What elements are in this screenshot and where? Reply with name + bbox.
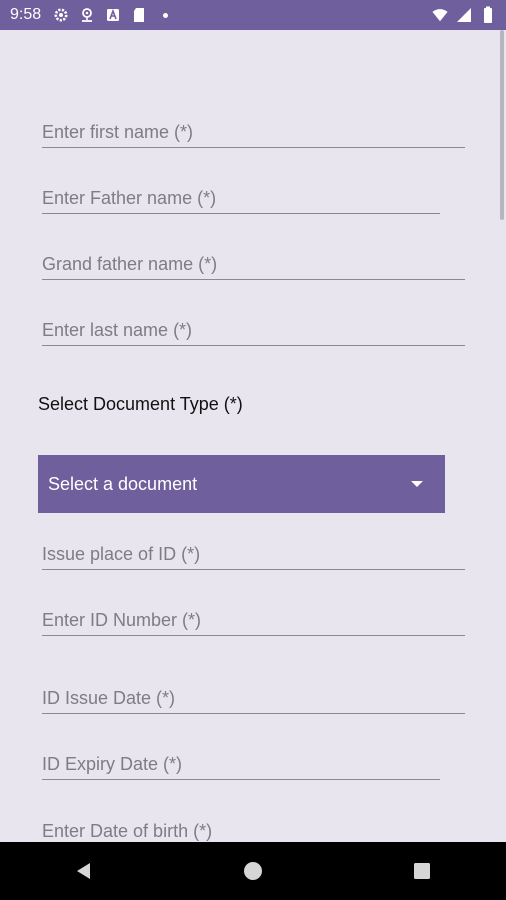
recents-icon [413,863,430,879]
expiry-date-field[interactable] [42,746,440,780]
issue-date-field[interactable] [42,680,465,714]
status-time: 9:58 [10,6,42,23]
dropdown-arrow-icon [411,481,423,487]
home-button[interactable] [223,846,283,896]
status-icons-right [432,6,496,23]
grandfather-name-field[interactable] [42,246,465,280]
date-of-birth-input[interactable] [42,821,465,842]
recents-button[interactable] [392,846,452,896]
status-bar: 9:58 [0,0,506,30]
last-name-field[interactable] [42,312,465,346]
expiry-date-input[interactable] [42,754,440,775]
id-number-input[interactable] [42,610,465,631]
grandfather-name-input[interactable] [42,254,465,275]
navigation-bar [0,842,506,900]
last-name-input[interactable] [42,320,465,341]
gear-icon [53,7,69,23]
location-icon [79,7,95,23]
date-of-birth-field[interactable] [42,812,465,846]
first-name-field[interactable] [42,114,465,148]
wifi-icon [432,7,448,23]
back-button[interactable] [54,846,114,896]
id-number-field[interactable] [42,602,465,636]
issue-date-input[interactable] [42,688,465,709]
scrollbar-thumb[interactable] [500,30,504,220]
issue-place-field[interactable] [42,536,465,570]
sd-card-icon [131,7,147,23]
battery-icon [480,6,496,23]
father-name-input[interactable] [42,188,440,209]
back-icon [77,863,91,879]
signal-icon [456,7,472,23]
document-type-selected: Select a document [48,473,198,494]
issue-place-input[interactable] [42,544,465,565]
document-type-label: Select Document Type (*) [38,394,243,414]
father-name-field[interactable] [42,180,440,214]
first-name-input[interactable] [42,122,465,143]
dot-icon [157,7,173,23]
document-type-dropdown[interactable]: Select a document [38,455,445,513]
status-icons-left [53,7,173,23]
home-icon [243,862,262,880]
a-box-icon [105,7,121,23]
